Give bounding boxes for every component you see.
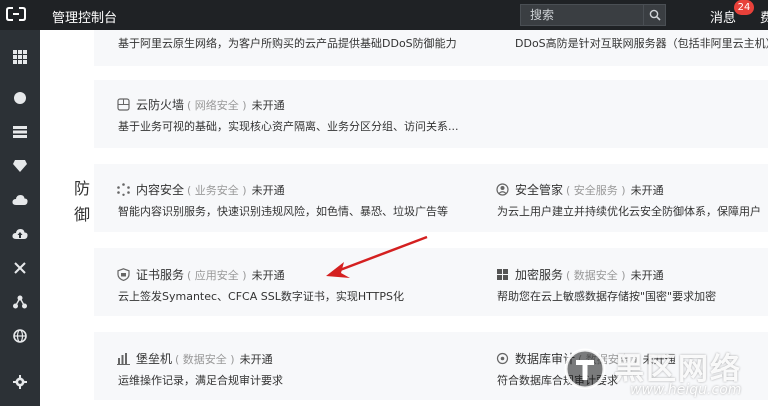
sidebar-item-share[interactable] <box>0 285 40 319</box>
bar-chart-icon <box>116 352 130 366</box>
service-category: ( 数据安全 ) <box>566 268 626 282</box>
service-card-ddos[interactable]: 基于阿里云原生网络，为客户所购买的云产品提供基础DDoS防御能力 DDoS高防是… <box>94 30 768 66</box>
service-category: ( 应用安全 ) <box>187 268 247 282</box>
shield-icon <box>116 268 130 282</box>
watermark: 黑区网络 www.heiqu.com <box>500 340 768 406</box>
service-desc: 帮助您在云上敏感数据存储按"国密"要求加密 <box>497 290 717 303</box>
service-desc: 运维操作记录，满足合规审计要求 <box>118 374 283 387</box>
circle-icon <box>14 92 26 104</box>
sidebar-item-settings[interactable] <box>0 365 40 399</box>
service-category: ( 安全服务 ) <box>566 183 626 197</box>
service-name: 内容安全 <box>136 183 185 197</box>
service-status: 未开通 <box>630 183 664 197</box>
search-box <box>520 4 666 26</box>
service-status: 未开通 <box>239 352 273 366</box>
search-input[interactable] <box>521 5 645 25</box>
sidebar-item-cloud[interactable] <box>0 183 40 217</box>
service-category: ( 数据安全 ) <box>175 352 235 366</box>
grid-icon <box>13 50 27 64</box>
service-desc: 基于阿里云原生网络，为客户所购买的云产品提供基础DDoS防御能力 <box>118 37 457 50</box>
sidebar <box>0 30 40 406</box>
messages-link[interactable]: 消息 <box>710 7 736 26</box>
service-name: 证书服务 <box>136 268 185 282</box>
service-card-firewall[interactable]: 云防火墙 ( 网络安全 ) 未开通 基于业务可视的基础，实现核心资产隔离、业务分… <box>94 80 768 148</box>
service-name: 堡垒机 <box>136 352 173 366</box>
messages-count-badge: 24 <box>734 0 754 15</box>
sidebar-item-security[interactable] <box>0 149 40 183</box>
console-title[interactable]: 管理控制台 <box>52 7 117 26</box>
service-name: 安全管家 <box>515 183 564 197</box>
service-desc: 为云上用户建立并持续优化云安全防御体系，保障用户 <box>497 205 761 218</box>
steward-icon <box>495 183 509 197</box>
windows-shield-icon <box>495 268 509 282</box>
database-icon <box>13 126 27 138</box>
share-icon <box>13 295 27 309</box>
sidebar-item-database[interactable] <box>0 115 40 149</box>
sidebar-item-ecs[interactable] <box>0 81 40 115</box>
cross-arrows-icon <box>14 262 26 274</box>
service-desc: 基于业务可视的基础，实现核心资产隔离、业务分区分组、访问关系... <box>118 120 459 133</box>
service-desc: DDoS高防是针对互联网服务器（包括非阿里云主机） <box>515 37 768 50</box>
watermark-logo-icon <box>564 348 606 390</box>
gear-icon <box>13 375 27 389</box>
service-category: ( 网络安全 ) <box>187 98 247 112</box>
search-button[interactable] <box>643 5 665 25</box>
firewall-icon <box>116 98 130 112</box>
cloud-icon <box>12 195 28 205</box>
sidebar-item-global[interactable] <box>0 319 40 353</box>
aliyun-logo-icon[interactable] <box>6 6 26 22</box>
service-status: 未开通 <box>251 183 285 197</box>
service-card-row-content: 内容安全 ( 业务安全 ) 未开通 智能内容识别服务，快速识别违规风险，如色情、… <box>94 164 768 232</box>
fees-link[interactable]: 费 <box>760 7 768 26</box>
service-name: 加密服务 <box>515 268 564 282</box>
service-status: 未开通 <box>630 268 664 282</box>
globe-icon <box>13 329 27 343</box>
search-icon <box>649 9 661 21</box>
service-status: 未开通 <box>251 268 285 282</box>
content-security-icon <box>116 183 130 197</box>
top-bar: 管理控制台 消息 24 费 <box>0 0 768 30</box>
gem-icon <box>13 160 27 172</box>
service-card-row-cert: 证书服务 ( 应用安全 ) 未开通 云上签发Symantec、CFCA SSL数… <box>94 248 768 316</box>
sidebar-item-network[interactable] <box>0 251 40 285</box>
service-desc: 云上签发Symantec、CFCA SSL数字证书，实现HTTPS化 <box>118 290 404 303</box>
service-status: 未开通 <box>251 98 285 112</box>
sidebar-item-cloud-upload[interactable] <box>0 217 40 251</box>
section-label-defense: 防御 <box>73 179 90 224</box>
service-desc: 智能内容识别服务，快速识别违规风险，如色情、暴恐、垃圾广告等 <box>118 205 448 218</box>
sidebar-item-products[interactable] <box>0 40 40 74</box>
watermark-url: www.heiqu.com <box>630 382 742 398</box>
service-category: ( 业务安全 ) <box>187 183 247 197</box>
cloud-upload-icon <box>12 229 28 239</box>
service-name: 云防火墙 <box>136 98 185 112</box>
